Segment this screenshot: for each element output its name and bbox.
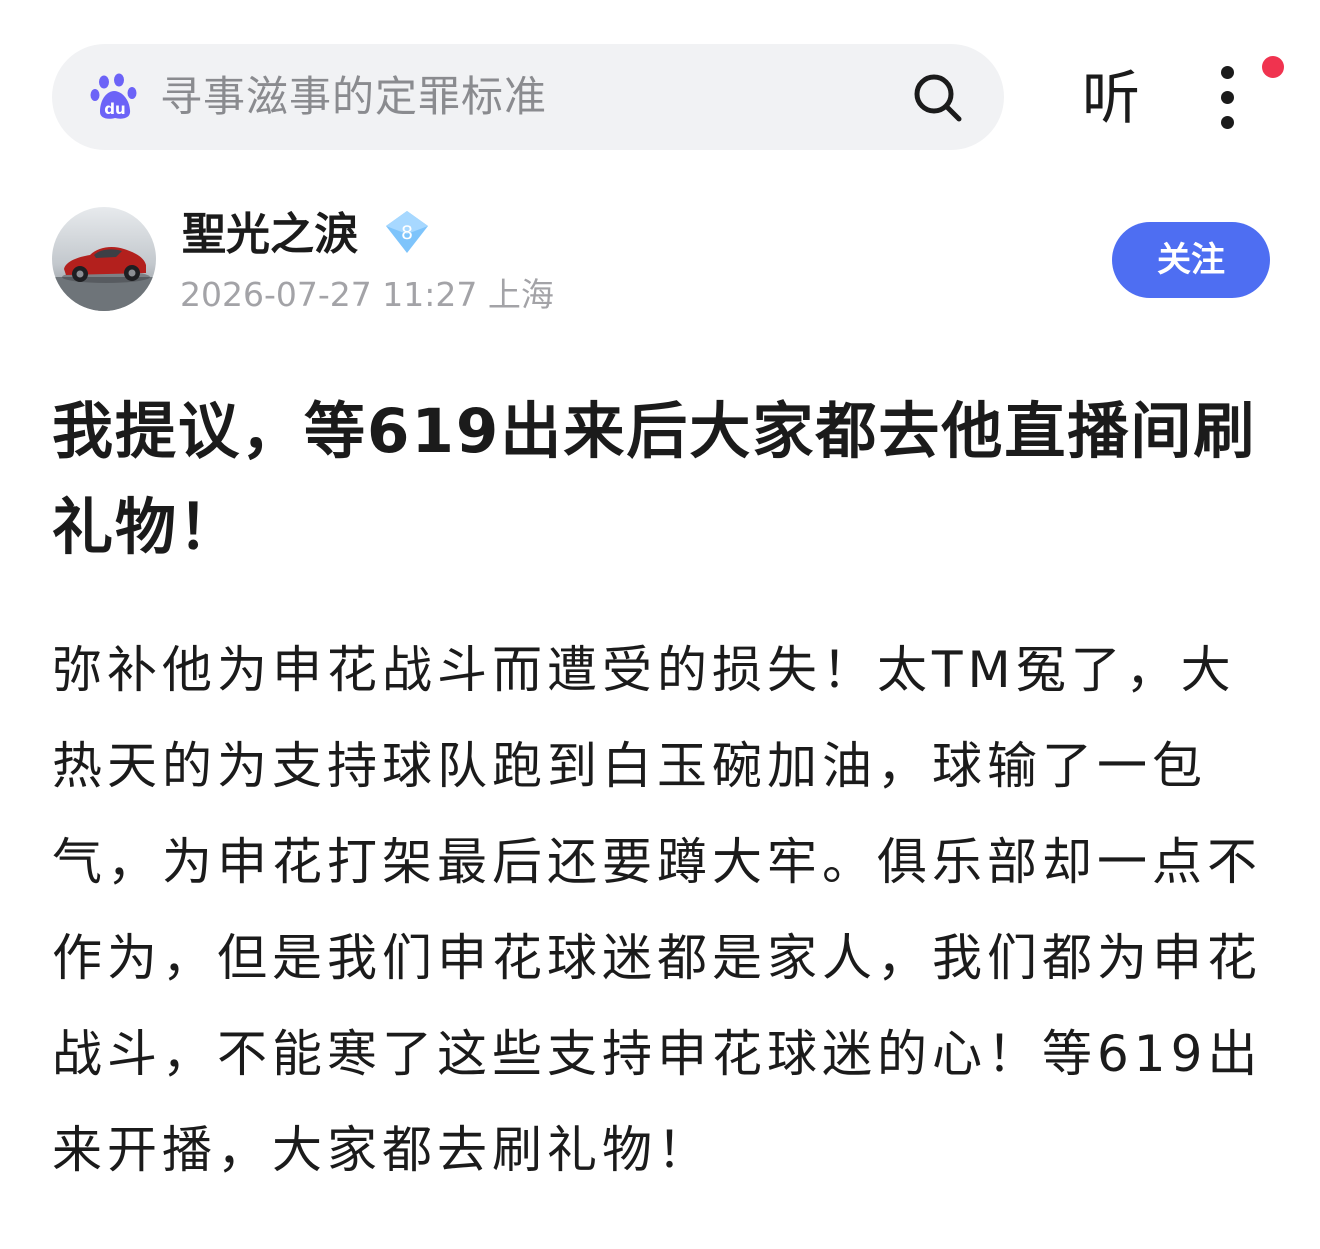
level-diamond-icon: 8 [386, 211, 428, 253]
post-body: 弥补他为申花战斗而遭受的损失！太TM冤了，大热天的为支持球队跑到白玉碗加油，球输… [52, 641, 1263, 1179]
search-icon[interactable] [912, 72, 964, 124]
post-meta: 2026-07-27 11:27 上海 [180, 270, 554, 320]
search-input[interactable]: 寻事滋事的定罪标准 [160, 44, 547, 150]
listen-button[interactable]: 听 [1076, 60, 1146, 136]
more-dots-icon[interactable] [1210, 60, 1246, 136]
search-bar[interactable]: du 寻事滋事的定罪标准 [52, 44, 1004, 150]
post-title: 我提议，等619出来后大家都去他直播间刷礼物！ [52, 396, 1257, 563]
avatar-car-image [52, 207, 156, 311]
notification-dot [1262, 56, 1284, 78]
level-number: 8 [401, 222, 413, 244]
post-timestamp: 2026-07-27 11:27 [180, 275, 478, 314]
avatar[interactable] [52, 207, 156, 311]
baidu-paw-icon: du [90, 73, 137, 119]
author-name[interactable]: 聖光之淚 [182, 206, 358, 264]
follow-button[interactable]: 关注 [1112, 222, 1270, 298]
post-location: 上海 [487, 275, 554, 314]
svg-text:du: du [104, 100, 125, 118]
